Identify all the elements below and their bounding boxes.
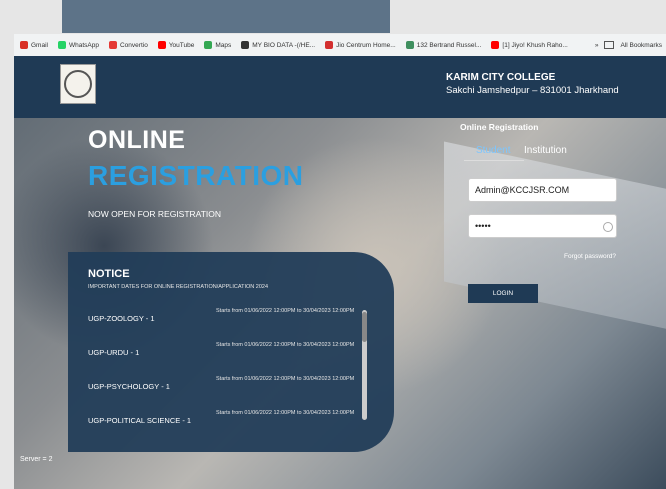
notice-panel: NOTICE IMPORTANT DATES FOR ONLINE REGIST… [68, 252, 394, 452]
hero-title-line1: ONLINE [88, 126, 186, 154]
login-button[interactable]: LOGIN [468, 284, 538, 303]
notice-row: UGP-POLITICAL SCIENCE - 1 Starts from 01… [68, 406, 368, 424]
notice-heading: NOTICE [88, 268, 130, 280]
bookmark-whatsapp[interactable]: WhatsApp [57, 41, 99, 49]
gmail-icon [20, 41, 28, 49]
course-dates: Starts from 01/06/2022 12:00PM to 30/04/… [216, 308, 355, 314]
bookmark-jiyo[interactable]: [1] Jiyo! Khush Raho... [491, 41, 568, 49]
course-dates: Starts from 01/06/2022 12:00PM to 30/04/… [216, 376, 355, 382]
site-header: KARIM CITY COLLEGE Sakchi Jamshedpur – 8… [14, 56, 666, 118]
password-input[interactable]: ••••• [468, 214, 617, 238]
course-dates: Starts from 01/06/2022 12:00PM to 30/04/… [216, 342, 355, 348]
bookmarks-bar: Gmail WhatsApp Convertio YouTube Maps MY… [14, 34, 666, 56]
hero-title-line2: REGISTRATION [88, 160, 304, 191]
maps-icon [204, 41, 213, 49]
notice-row: UGP-URDU - 1 Starts from 01/06/2022 12:0… [68, 338, 368, 372]
forgot-password-link[interactable]: Forgot password? [564, 253, 616, 260]
notice-row: UGP-PSYCHOLOGY - 1 Starts from 01/06/202… [68, 372, 368, 406]
all-bookmarks-link[interactable]: All Bookmarks [620, 42, 662, 49]
bookmark-jio[interactable]: Jio Centrum Home... [325, 41, 396, 49]
tab-student[interactable]: Student [476, 145, 510, 156]
seal-icon [64, 70, 92, 98]
page-content: KARIM CITY COLLEGE Sakchi Jamshedpur – 8… [14, 56, 666, 489]
login-panel-title: Online Registration [460, 122, 539, 132]
eye-icon[interactable] [603, 222, 613, 232]
course-dates: Starts from 01/06/2022 12:00PM to 30/04/… [216, 410, 355, 416]
hero-subtitle: NOW OPEN FOR REGISTRATION [88, 209, 222, 219]
bookmark-youtube[interactable]: YouTube [157, 41, 194, 49]
tab-underline [464, 160, 524, 161]
college-logo [60, 64, 96, 104]
notice-list[interactable]: UGP-ZOOLOGY - 1 Starts from 01/06/2022 1… [68, 304, 368, 424]
college-address: Sakchi Jamshedpur – 831001 Jharkhand [446, 85, 619, 96]
bookmark-convertio[interactable]: Convertio [108, 41, 148, 49]
bookmark-maps[interactable]: Maps [204, 41, 231, 49]
youtube-icon [491, 41, 500, 49]
course-name: UGP-PSYCHOLOGY - 1 [88, 382, 170, 391]
bookmark-russell[interactable]: 132 Bertrand Russel... [405, 41, 481, 49]
course-name: UGP-URDU - 1 [88, 348, 140, 357]
star-icon [405, 41, 414, 49]
username-input[interactable]: Admin@KCCJSR.COM [468, 178, 617, 202]
globe-icon [241, 41, 250, 49]
notice-row: UGP-ZOOLOGY - 1 Starts from 01/06/2022 1… [68, 304, 368, 338]
tab-institution[interactable]: Institution [524, 145, 567, 156]
notice-subheading: IMPORTANT DATES FOR ONLINE REGISTRATION/… [88, 284, 269, 290]
browser-tab-strip [62, 0, 390, 33]
bookmark-gmail[interactable]: Gmail [20, 41, 48, 49]
college-info: KARIM CITY COLLEGE Sakchi Jamshedpur – 8… [446, 72, 619, 96]
course-name: UGP-POLITICAL SCIENCE - 1 [88, 416, 192, 424]
bookmark-bio-data[interactable]: MY BIO DATA -(/HE... [241, 41, 315, 49]
jio-icon [325, 41, 334, 49]
youtube-icon [157, 41, 166, 49]
server-indicator: Server = 2 [20, 456, 53, 463]
course-name: UGP-ZOOLOGY - 1 [88, 314, 155, 323]
convertio-icon [108, 41, 117, 49]
more-bookmarks-button[interactable]: » [595, 42, 599, 49]
notice-scrollbar-thumb[interactable] [362, 312, 367, 342]
college-name: KARIM CITY COLLEGE [446, 72, 556, 83]
folder-icon [604, 41, 615, 49]
whatsapp-icon [57, 41, 66, 49]
